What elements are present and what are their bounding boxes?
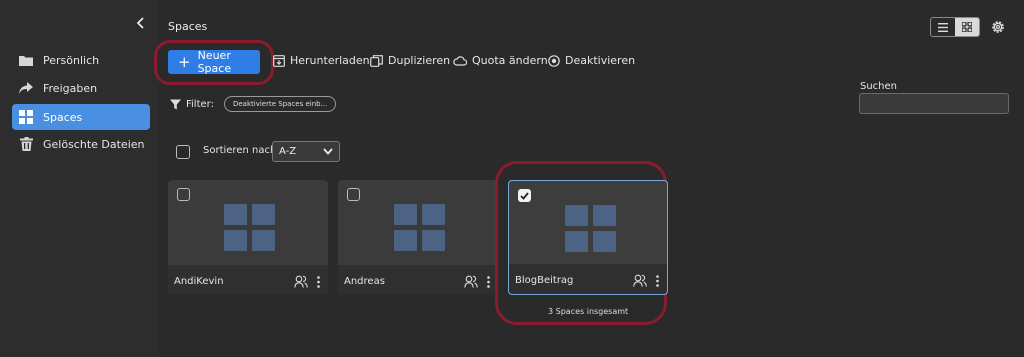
chevron-down-icon — [323, 148, 333, 155]
sidebar: Persönlich Freigaben Spaces Gelöschte Da… — [0, 0, 158, 357]
filter-icon — [170, 99, 181, 109]
space-card-name: AndiKevin — [174, 276, 224, 287]
sidebar-item-freigaben[interactable]: Freigaben — [12, 75, 150, 101]
download-icon — [273, 54, 285, 67]
filter-label: Filter: — [186, 98, 214, 110]
trash-icon — [18, 136, 34, 152]
new-space-label: Neuer Space — [197, 49, 232, 75]
space-grid-icon — [224, 204, 276, 252]
spaces-total-count: 3 Spaces insgesamt — [548, 307, 629, 316]
list-icon — [938, 22, 948, 32]
sidebar-item-persoenlich[interactable]: Persönlich — [12, 47, 150, 73]
sidebar-item-label: Spaces — [43, 110, 83, 124]
duplicate-icon — [370, 54, 383, 67]
filter-row: Filter: Deaktivierte Spaces einb... — [170, 96, 337, 112]
search-label: Suchen — [860, 81, 898, 92]
sort-select-value: A-Z — [279, 146, 297, 157]
space-grid-icon — [565, 205, 617, 253]
sidebar-item-label: Freigaben — [43, 81, 98, 95]
plus-icon: + — [178, 52, 191, 71]
members-icon[interactable] — [464, 275, 478, 288]
members-icon[interactable] — [294, 275, 308, 288]
space-card-checkbox[interactable] — [177, 188, 190, 201]
new-space-button[interactable]: + Neuer Space — [168, 49, 260, 75]
sidebar-item-label: Gelöschte Dateien — [43, 137, 145, 151]
quota-label: Quota ändern — [472, 54, 548, 67]
sort-select[interactable]: A-Z — [272, 141, 340, 162]
checkmark-icon — [520, 191, 529, 200]
select-all-checkbox[interactable] — [176, 145, 190, 159]
share-arrow-icon — [18, 80, 34, 96]
space-card-name: BlogBeitrag — [515, 275, 574, 286]
deactivate-button[interactable]: Deaktivieren — [548, 54, 635, 67]
list-view-button[interactable] — [931, 18, 955, 36]
cloud-icon — [453, 56, 467, 66]
space-card-checkbox[interactable] — [347, 188, 360, 201]
gear-icon[interactable] — [990, 19, 1006, 35]
change-quota-button[interactable]: Quota ändern — [453, 54, 548, 67]
main-content: Spaces + Neuer Space Herunterladen Dupli… — [154, 0, 1024, 357]
duplicate-label: Duplizieren — [388, 54, 451, 67]
kebab-menu-icon[interactable] — [656, 275, 659, 287]
tile-view-button[interactable] — [955, 18, 979, 36]
filter-chip-deactivated[interactable]: Deaktivierte Spaces einb... — [223, 96, 337, 112]
space-card-andreas[interactable]: Andreas — [338, 180, 498, 295]
deactivate-icon — [548, 54, 560, 67]
download-label: Herunterladen — [290, 54, 370, 67]
collapse-sidebar-icon[interactable] — [134, 16, 148, 30]
sidebar-item-spaces[interactable]: Spaces — [12, 104, 150, 130]
members-icon[interactable] — [633, 274, 647, 287]
space-card-name: Andreas — [344, 276, 385, 287]
grid-icon — [18, 109, 34, 125]
sidebar-item-label: Persönlich — [43, 53, 100, 67]
space-card-blogbeitrag[interactable]: BlogBeitrag — [508, 180, 668, 295]
space-card-checkbox-checked[interactable] — [518, 189, 531, 202]
folder-icon — [18, 52, 34, 68]
duplicate-button[interactable]: Duplizieren — [370, 54, 450, 67]
space-grid-icon — [394, 204, 446, 252]
search-input[interactable] — [859, 93, 1009, 114]
deactivate-label: Deaktivieren — [565, 54, 636, 67]
sidebar-item-geloeschte-dateien[interactable]: Gelöschte Dateien — [12, 131, 150, 157]
kebab-menu-icon[interactable] — [487, 276, 490, 288]
page-title: Spaces — [168, 20, 208, 33]
tiles-icon — [962, 22, 972, 32]
view-toggle — [930, 17, 980, 37]
sort-label: Sortieren nach — [203, 145, 277, 156]
space-card-andikevin[interactable]: AndiKevin — [168, 180, 328, 295]
kebab-menu-icon[interactable] — [317, 276, 320, 288]
download-button[interactable]: Herunterladen — [273, 54, 370, 67]
